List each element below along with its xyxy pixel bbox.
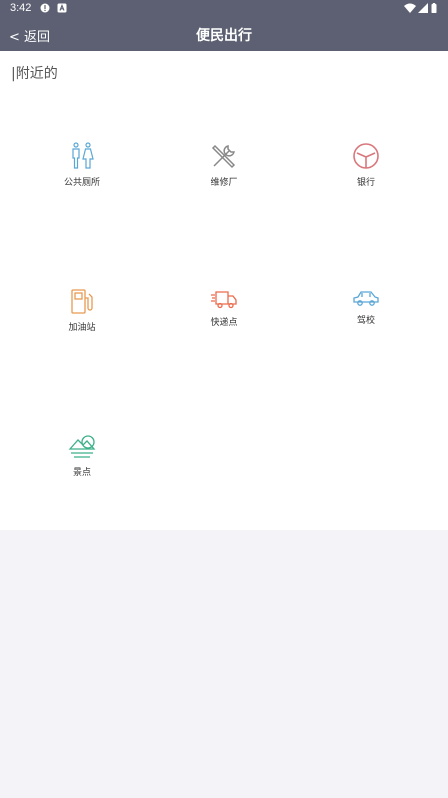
car-icon — [353, 291, 379, 306]
notification-icon — [57, 3, 67, 13]
tools-icon — [211, 144, 236, 169]
empty-background-area — [0, 530, 448, 798]
gas-station-icon — [71, 289, 93, 314]
grid-item-scenic-spot[interactable]: 景点 — [27, 434, 137, 504]
delivery-truck-icon — [211, 291, 237, 309]
grid-item-express-point[interactable]: 快递点 — [169, 288, 279, 358]
grid-item-label: 加油站 — [68, 323, 96, 333]
signal-icon — [418, 3, 428, 13]
grid-item-repair-shop[interactable]: 维修厂 — [169, 142, 279, 212]
section-title: |附近的 — [11, 66, 58, 82]
top-navigation-bar: < 返回 便民出行 — [0, 18, 448, 51]
grid-item-bank[interactable]: 银行 — [311, 142, 421, 212]
status-time: 3:42 — [10, 2, 32, 14]
grid-item-label: 快递点 — [210, 318, 238, 328]
toilet-icon — [72, 142, 94, 169]
grid-item-label: 银行 — [356, 178, 375, 188]
status-bar: 3:42 — [0, 0, 448, 18]
alert-icon — [40, 3, 50, 13]
wifi-icon — [404, 3, 416, 13]
grid-item-label: 维修厂 — [210, 178, 238, 188]
page-title: 便民出行 — [196, 28, 252, 44]
grid-item-label: 景点 — [72, 468, 91, 478]
grid-item-label: 公共厕所 — [63, 178, 100, 188]
scenery-icon — [68, 435, 96, 458]
grid-item-public-toilet[interactable]: 公共厕所 — [27, 142, 137, 212]
grid-item-driving-school[interactable]: 驾校 — [311, 288, 421, 358]
nearby-panel: |附近的 公共厕所 维修厂 银行 加油站 快递点 驾校 景点 — [0, 51, 448, 530]
grid-item-gas-station[interactable]: 加油站 — [27, 288, 137, 358]
grid-item-label: 驾校 — [356, 316, 375, 326]
bank-icon — [353, 143, 379, 169]
battery-icon — [431, 3, 437, 13]
